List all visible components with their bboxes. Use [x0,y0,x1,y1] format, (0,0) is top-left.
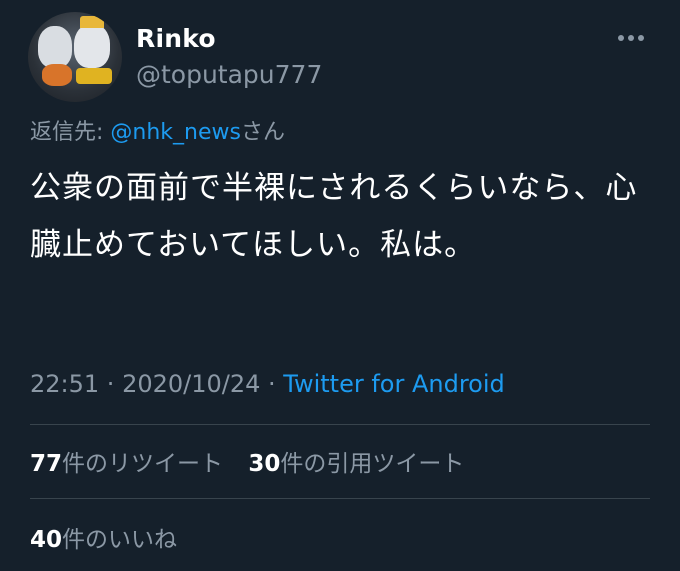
likes-stat[interactable]: 40件のいいね [30,520,177,554]
reply-context: 返信先: @nhk_newsさん [30,114,285,146]
user-handle[interactable]: @toputapu777 [136,60,322,89]
tweet-source-link[interactable]: Twitter for Android [283,370,504,398]
avatar-figure-right [74,24,110,68]
quotes-count: 30 [248,451,281,477]
avatar-yellow-train [76,68,112,84]
retweets-count: 77 [30,451,63,477]
tweet-meta: 22:51 · 2020/10/24 · Twitter for Android [30,370,505,398]
display-name[interactable]: Rinko [136,24,216,53]
more-dot [618,35,624,41]
stats-row: 77件のリツイート 30件の引用ツイート [30,444,482,478]
more-options-icon[interactable] [618,30,650,46]
avatar-crown [80,16,104,28]
avatar-figure-left [38,26,72,68]
meta-separator: · [260,370,284,398]
more-dot [628,35,634,41]
quotes-label: 件の引用ツイート [280,451,465,477]
tweet-text: 公衆の面前で半裸にされるくらいなら、心臓止めておいてほしい。私は。 [30,170,638,263]
retweets-label: 件のリツイート [62,451,224,477]
quotes-stat[interactable]: 30件の引用ツイート [248,451,464,477]
reply-suffix: さん [240,120,285,145]
reply-mention-link[interactable]: @nhk_news [110,120,241,145]
tweet-date[interactable]: 2020/10/24 [122,370,260,398]
divider [30,498,650,499]
avatar-orange-figure [42,64,72,86]
retweets-stat[interactable]: 77件のリツイート [30,451,223,477]
likes-label: 件のいいね [62,527,178,553]
likes-count: 40 [30,527,63,553]
tweet-time[interactable]: 22:51 [30,370,99,398]
divider [30,424,650,425]
reply-prefix: 返信先: [30,120,111,145]
avatar[interactable] [28,12,122,102]
more-dot [638,35,644,41]
meta-separator: · [99,370,123,398]
